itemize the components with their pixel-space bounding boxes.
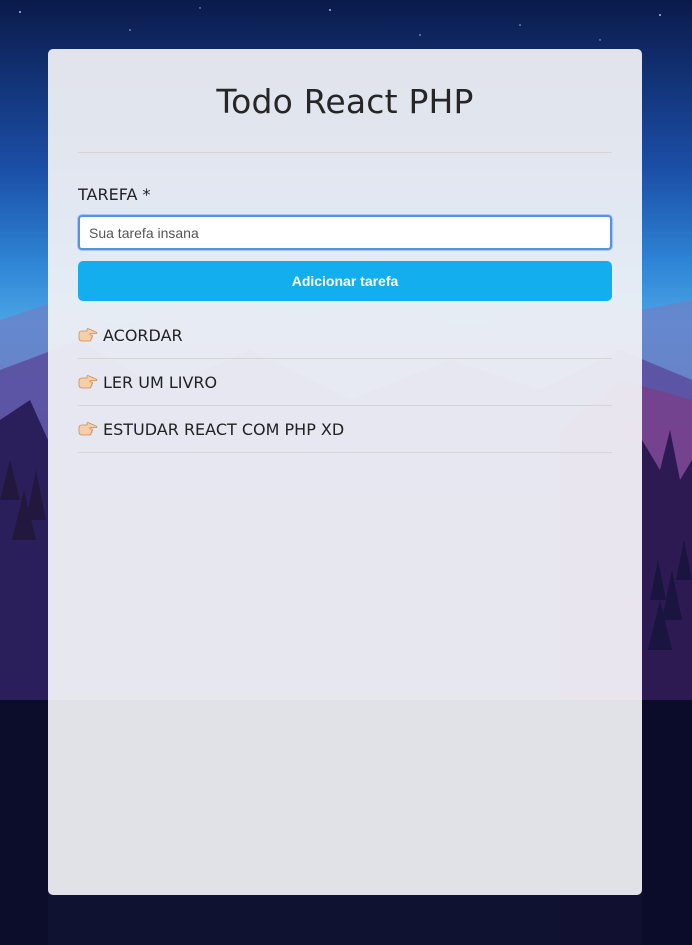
task-text: ESTUDAR REACT COM PHP XD: [103, 419, 345, 439]
task-text: LER UM LIVRO: [103, 372, 218, 392]
task-item[interactable]: ACORDAR: [78, 312, 612, 359]
add-task-button[interactable]: Adicionar tarefa: [78, 261, 612, 301]
task-item[interactable]: LER UM LIVRO: [78, 359, 612, 406]
page-title: Todo React PHP: [216, 82, 474, 121]
pointing-hand-icon: [78, 375, 98, 389]
pointing-hand-icon: [78, 422, 98, 436]
task-input-wrapper: [78, 215, 612, 250]
add-task-form: TAREFA * Adicionar tarefa: [78, 185, 612, 301]
todo-card: Todo React PHP TAREFA * Adicionar tarefa…: [48, 49, 642, 895]
pointing-hand-icon: [78, 328, 98, 342]
task-item[interactable]: ESTUDAR REACT COM PHP XD: [78, 406, 612, 453]
title-divider: [78, 152, 612, 153]
task-field-label: TAREFA *: [78, 185, 151, 204]
task-list: ACORDAR LER UM LIVRO ESTUDAR REACT COM P…: [78, 312, 612, 453]
task-text: ACORDAR: [103, 325, 183, 345]
task-input[interactable]: [89, 224, 601, 241]
